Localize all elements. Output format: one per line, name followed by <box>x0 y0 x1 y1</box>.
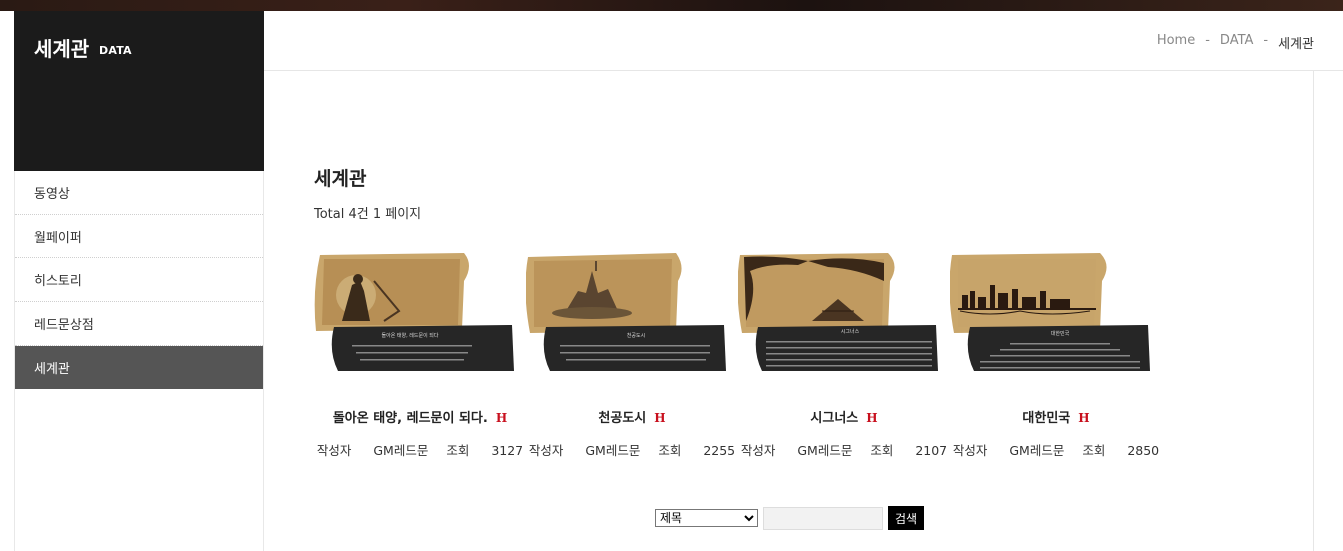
post-meta: 작성자 GM레드문 조회 2107 <box>738 440 950 459</box>
sidebar-item-label: 레드문상점 <box>34 317 94 333</box>
breadcrumb-data[interactable]: DATA <box>1220 33 1254 52</box>
sidebar-item-wallpaper[interactable]: 월페이퍼 <box>15 215 263 259</box>
post-title[interactable]: 시그너스 H <box>738 407 950 426</box>
sidebar-item-label: 동영상 <box>34 186 70 202</box>
gallery-card: 돌아온 태양, 레드문이 되다 돌아온 태양, 레드문이 되다. H 작성자 GM… <box>314 251 523 461</box>
breadcrumb: Home - DATA - 세계관 <box>1157 33 1314 52</box>
scroll-sky-city-image[interactable]: 천공도시 <box>526 251 726 373</box>
post-title[interactable]: 돌아온 태양, 레드문이 되다. H <box>314 407 526 426</box>
views-label: 조회 2107 <box>870 443 948 458</box>
breadcrumb-current: 세계관 <box>1278 37 1314 52</box>
sidebar-item-shop[interactable]: 레드문상점 <box>15 302 263 346</box>
hot-badge-icon: H <box>866 411 878 425</box>
search-form: 제목 검색 <box>655 506 924 530</box>
post-meta: 작성자 GM레드문 조회 2255 <box>526 440 738 459</box>
thumb-caption: 시그너스 <box>841 328 860 335</box>
sidebar-item-worldview[interactable]: 세계관 <box>15 345 263 390</box>
sidebar-item-label: 세계관 <box>34 361 70 377</box>
views-label: 조회 2850 <box>1082 443 1160 458</box>
gallery-card: 천공도시 천공도시 H 작성자 GM레드문 조회 2255 <box>526 251 735 461</box>
sidebar-item-history[interactable]: 히스토리 <box>15 258 263 303</box>
gallery-card: 대한민국 대한민국 H 작성자 GM레드문 조회 2850 <box>950 251 1159 461</box>
author-label: 작성자 GM레드문 <box>952 443 1065 458</box>
search-field-select[interactable]: 제목 <box>655 509 758 527</box>
author-label: 작성자 GM레드문 <box>740 443 853 458</box>
hot-badge-icon: H <box>1078 411 1090 425</box>
brand-subtitle: DATA <box>99 44 132 57</box>
hot-badge-icon: H <box>654 411 666 425</box>
brand-title: 세계관 <box>34 37 90 61</box>
section-brand: 세계관 DATA <box>14 11 264 171</box>
content-right-divider <box>1313 70 1314 551</box>
post-meta: 작성자 GM레드문 조회 2850 <box>950 440 1162 459</box>
gallery-card: 시그너스 시그너스 H 작성자 GM레드문 조회 2107 <box>738 251 947 461</box>
breadcrumb-separator: - <box>1205 33 1210 48</box>
author-label: 작성자 GM레드문 <box>528 443 641 458</box>
thumb-caption: 천공도시 <box>627 332 645 339</box>
search-input[interactable] <box>763 506 883 530</box>
sidebar-item-label: 월페이퍼 <box>34 230 82 246</box>
breadcrumb-home[interactable]: Home <box>1157 33 1195 52</box>
total-count: Total 4건 1 페이지 <box>314 207 422 222</box>
thumb-caption: 대한민국 <box>1051 330 1070 337</box>
search-button[interactable]: 검색 <box>888 506 924 530</box>
scroll-pyramid-image[interactable]: 시그너스 <box>738 251 938 373</box>
header-divider <box>264 70 1343 71</box>
hot-badge-icon: H <box>495 411 508 425</box>
gallery-list: 돌아온 태양, 레드문이 되다 돌아온 태양, 레드문이 되다. H 작성자 GM… <box>314 251 1159 461</box>
sidebar-item-label: 히스토리 <box>34 274 82 290</box>
page-title: 세계관 <box>314 168 367 190</box>
views-label: 조회 3127 <box>446 443 524 458</box>
breadcrumb-separator: - <box>1263 33 1269 48</box>
scroll-skyline-image[interactable]: 대한민국 <box>950 251 1150 373</box>
top-banner-strip <box>0 0 1343 11</box>
sidebar-nav: 동영상 월페이퍼 히스토리 레드문상점 세계관 <box>14 171 264 551</box>
thumb-caption: 돌아온 태양, 레드문이 되다 <box>382 332 439 339</box>
sidebar-item-videos[interactable]: 동영상 <box>15 171 263 215</box>
post-meta: 작성자 GM레드문 조회 3127 <box>314 440 526 459</box>
views-label: 조회 2255 <box>658 443 736 458</box>
author-label: 작성자 GM레드문 <box>316 443 429 458</box>
post-title[interactable]: 천공도시 H <box>526 407 738 426</box>
scroll-warrior-image[interactable]: 돌아온 태양, 레드문이 되다 <box>314 251 514 373</box>
post-title[interactable]: 대한민국 H <box>950 407 1162 426</box>
